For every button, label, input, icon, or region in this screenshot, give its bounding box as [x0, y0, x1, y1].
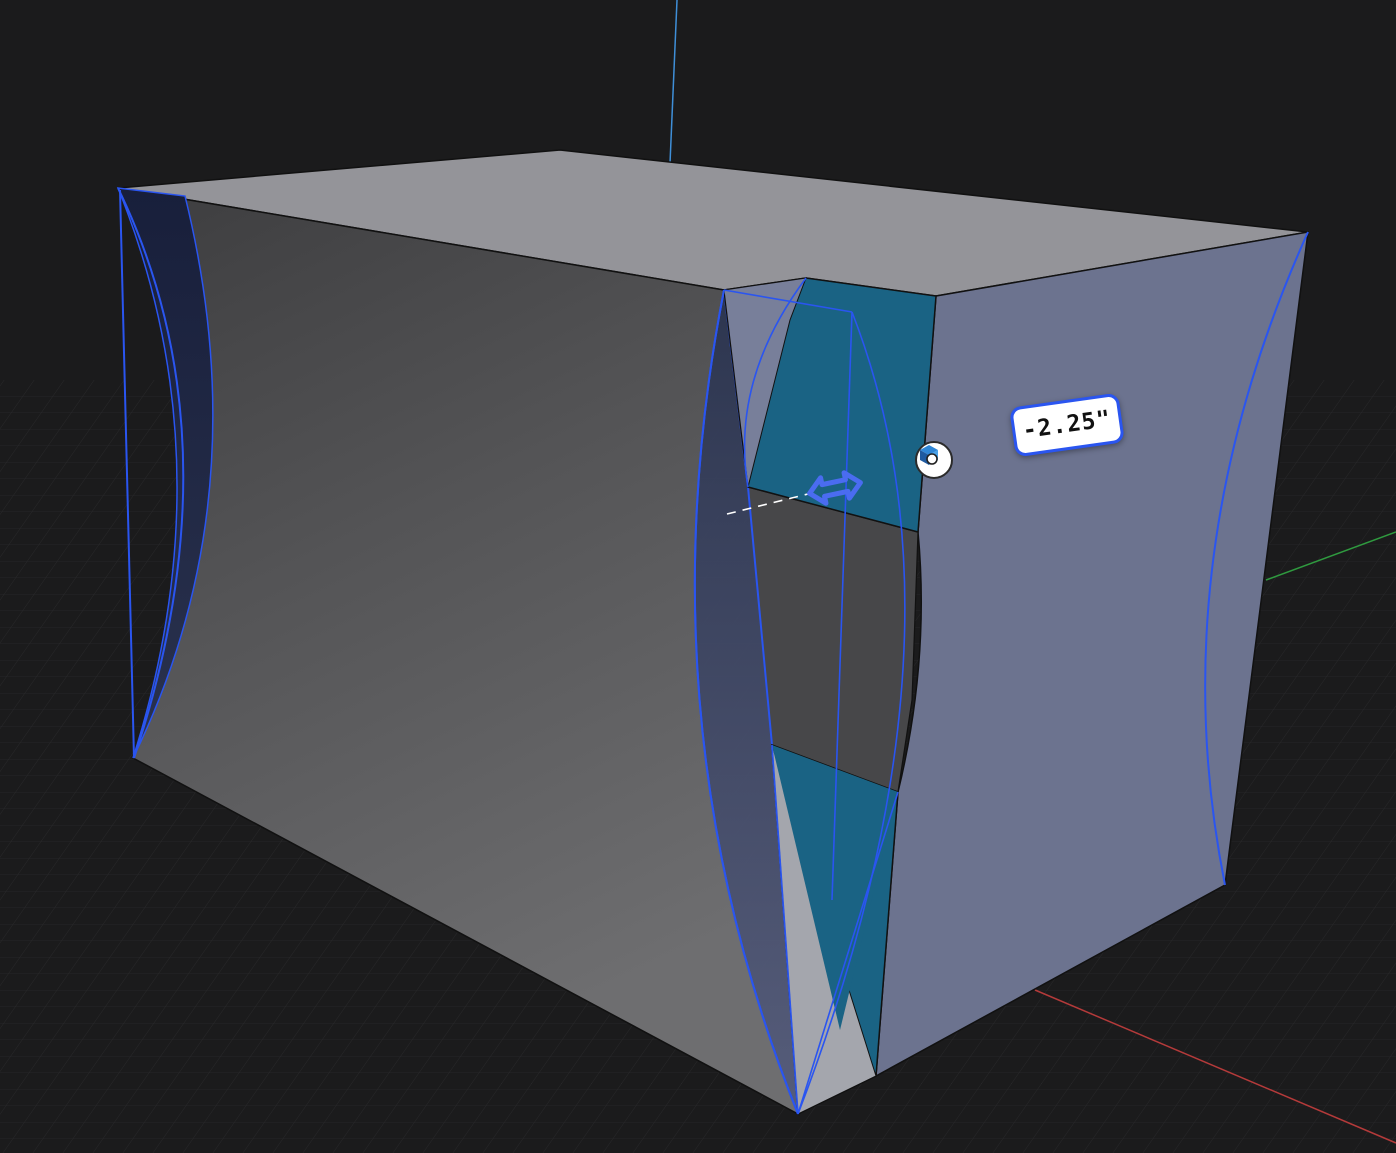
scene-canvas[interactable]	[0, 0, 1396, 1153]
component-snap-icon[interactable]	[915, 441, 953, 479]
cube-glyph	[920, 445, 938, 465]
measurement-value: -2.25"	[1021, 405, 1113, 445]
3d-viewport[interactable]: -2.25"	[0, 0, 1396, 1153]
